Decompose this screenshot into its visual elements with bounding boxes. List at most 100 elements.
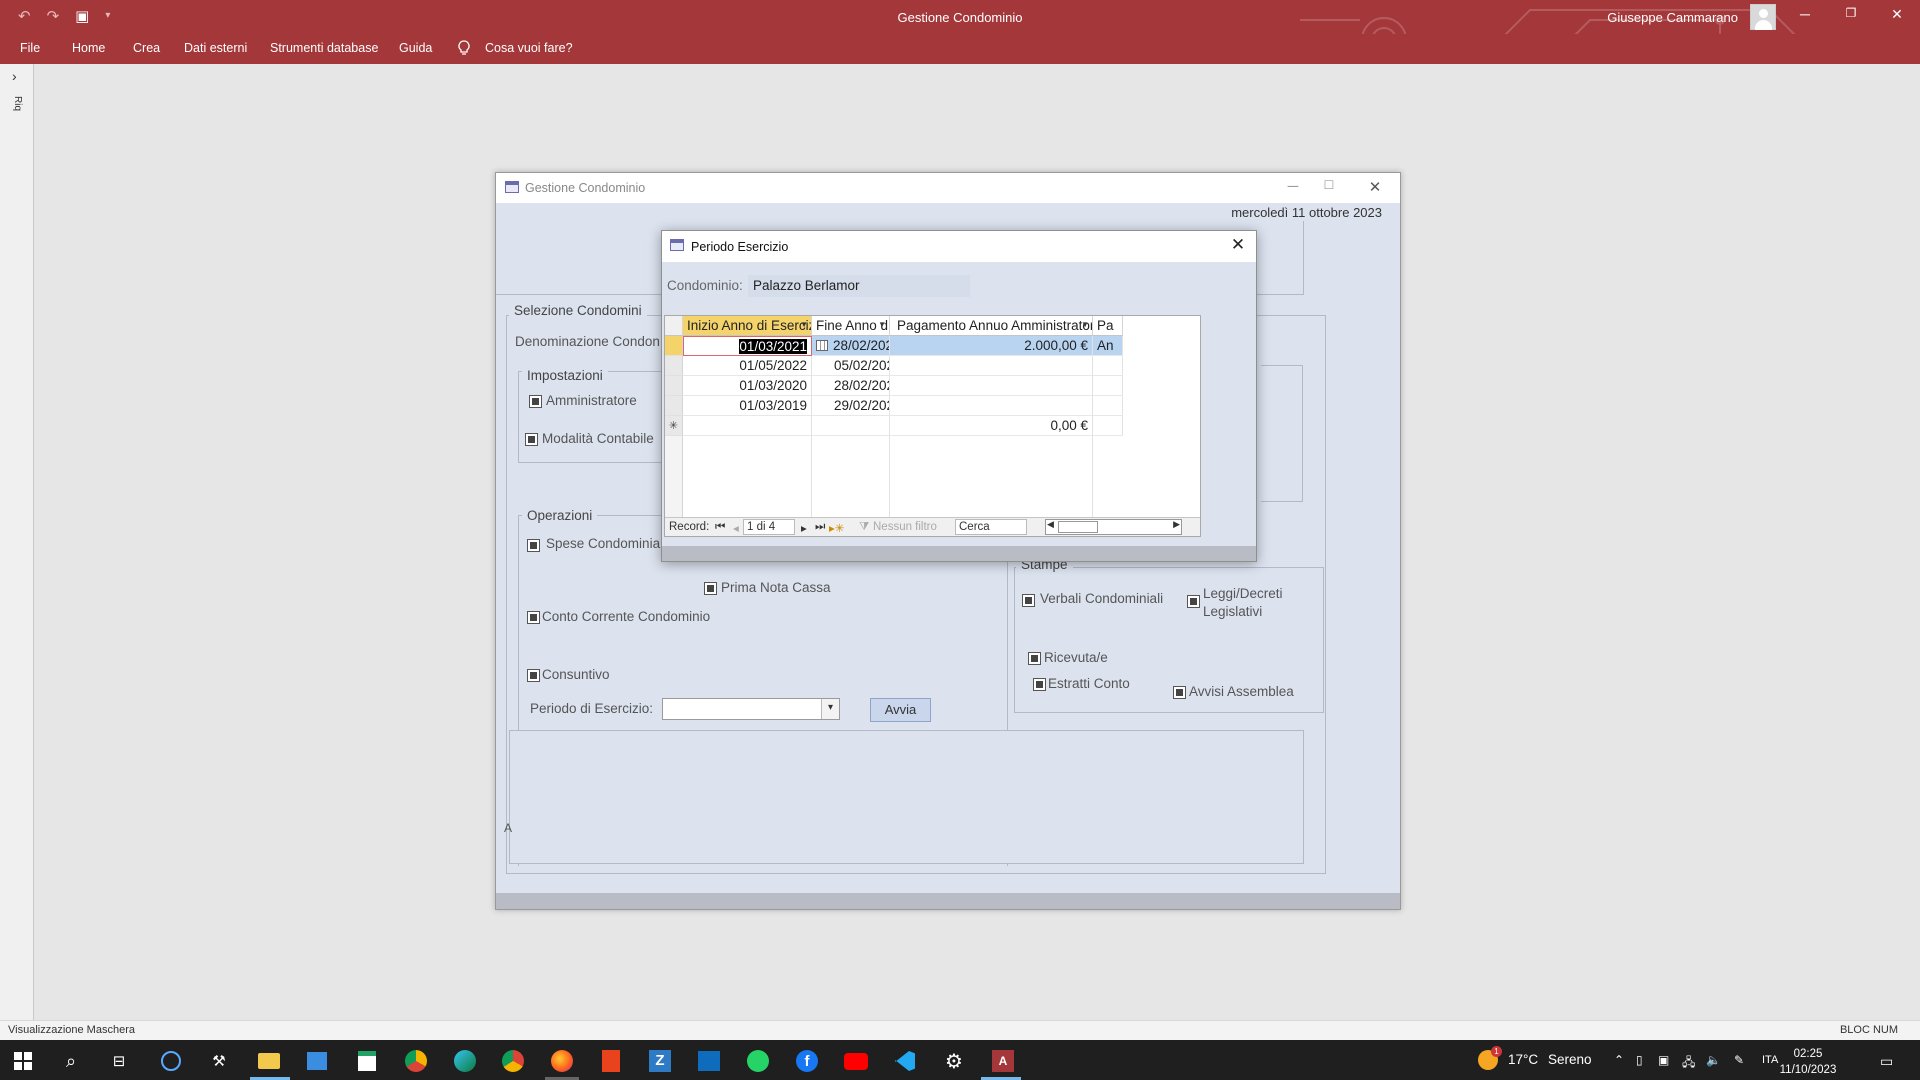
cell-inizio[interactable]: 01/03/2021 [683, 336, 812, 356]
select-all-corner[interactable] [665, 316, 683, 336]
new-record-button[interactable]: ▸✳ [829, 521, 844, 535]
prima-nota-cassa-checkbox[interactable] [704, 582, 717, 595]
ricevute-checkbox[interactable] [1028, 652, 1041, 665]
chevron-down-icon[interactable]: ▼ [878, 320, 886, 329]
store-icon[interactable] [304, 1048, 330, 1074]
chevron-down-icon[interactable]: ▾ [821, 699, 839, 719]
search-icon[interactable]: ⌕ [58, 1048, 84, 1074]
cell-inizio[interactable]: 01/03/2019 [683, 396, 812, 416]
cell-fine[interactable]: 28/02/2022 [812, 336, 890, 356]
cell-pagamento[interactable] [890, 356, 1093, 376]
verbali-label[interactable]: Verbali Condominiali [1040, 591, 1163, 606]
cell-inizio-new[interactable] [683, 416, 812, 436]
cell-extra[interactable] [1093, 396, 1123, 416]
vscode-icon[interactable] [892, 1048, 918, 1074]
file-explorer-icon[interactable] [256, 1048, 282, 1074]
cell-inizio[interactable]: 01/05/2022 [683, 356, 812, 376]
cell-fine[interactable]: 29/02/2020 [812, 396, 890, 416]
new-record-marker[interactable]: ✳ [665, 416, 683, 436]
modalita-contabile-checkbox[interactable] [525, 433, 538, 446]
whatsapp-icon[interactable] [745, 1048, 771, 1074]
estratti-conto-label[interactable]: Estratti Conto [1048, 676, 1130, 691]
cell-extra[interactable]: An [1093, 336, 1123, 356]
edge-icon[interactable] [452, 1048, 478, 1074]
leggi-decreti-checkbox[interactable] [1187, 595, 1200, 608]
navigation-pane[interactable]: › Riq [0, 64, 34, 1020]
verbali-checkbox[interactable] [1022, 594, 1035, 607]
scroll-right-arrow[interactable]: ▶ [1173, 519, 1180, 530]
chrome-icon[interactable] [500, 1048, 526, 1074]
calendar-icon[interactable] [816, 340, 828, 351]
condominio-field[interactable]: Palazzo Berlamor [748, 275, 970, 297]
user-name[interactable]: Giuseppe Cammarano [1607, 10, 1738, 25]
minimize-button[interactable]: ─ [1782, 6, 1828, 22]
col-header-fine[interactable]: Fine Anno d ▼ [812, 316, 890, 336]
cell-extra-new[interactable] [1093, 416, 1123, 436]
tab-file[interactable]: File [20, 41, 40, 55]
weather-condition[interactable]: Sereno [1548, 1052, 1592, 1067]
last-record-button[interactable]: ⏭ [815, 521, 825, 534]
consuntivo-checkbox[interactable] [527, 669, 540, 682]
tray-app-icon[interactable]: ▯ [1636, 1053, 1643, 1067]
form-close-button[interactable]: ✕ [1360, 178, 1390, 196]
search-input[interactable]: Cerca [955, 519, 1027, 535]
row-selector[interactable] [665, 356, 683, 376]
row-selector[interactable] [665, 376, 683, 396]
restore-button[interactable]: ❐ [1828, 6, 1874, 20]
zoho-icon[interactable]: Z [647, 1048, 673, 1074]
network-icon[interactable]: 🖧 [1682, 1053, 1695, 1074]
tab-dati-esterni[interactable]: Dati esterni [184, 41, 247, 55]
avvia-button[interactable]: Avvia [870, 698, 931, 722]
dialog-close-button[interactable]: ✕ [1226, 235, 1250, 255]
conto-corrente-checkbox[interactable] [527, 611, 540, 624]
cell-pagamento[interactable] [890, 396, 1093, 416]
cell-inizio[interactable]: 01/03/2020 [683, 376, 812, 396]
tab-crea[interactable]: Crea [133, 41, 160, 55]
prima-nota-cassa-label[interactable]: Prima Nota Cassa [721, 580, 831, 595]
next-record-button[interactable]: ▸ [801, 521, 807, 535]
notes-app-icon[interactable] [354, 1048, 380, 1074]
chrome-beta-icon[interactable] [403, 1048, 429, 1074]
modalita-contabile-label[interactable]: Modalità Contabile [542, 431, 654, 446]
office-icon[interactable] [598, 1048, 624, 1074]
cell-pagamento-new[interactable]: 0,00 € [890, 416, 1093, 436]
cell-extra[interactable] [1093, 356, 1123, 376]
amministratore-label[interactable]: Amministratore [546, 393, 637, 408]
col-header-pagamento[interactable]: Pagamento Annuo Amministratore ▼ [890, 316, 1093, 336]
col-header-inizio[interactable]: Inizio Anno di Esercizio ▼ [683, 316, 812, 336]
tell-me-search[interactable]: Cosa vuoi fare? [485, 41, 573, 55]
weather-temperature[interactable]: 17°C [1508, 1052, 1538, 1067]
cell-fine[interactable]: 05/02/2023 [812, 356, 890, 376]
no-filter-button[interactable]: Nessun filtro [873, 521, 937, 533]
spese-condominiali-label[interactable]: Spese Condominiali [546, 536, 666, 551]
weather-icon[interactable] [1478, 1046, 1502, 1070]
amministratore-checkbox[interactable] [529, 395, 542, 408]
cell-pagamento[interactable] [890, 376, 1093, 396]
scroll-thumb[interactable] [1058, 521, 1098, 533]
chevron-down-icon[interactable]: ▼ [800, 320, 808, 329]
ricevute-label[interactable]: Ricevuta/e [1044, 650, 1108, 665]
row-selector-current[interactable] [665, 336, 683, 356]
avvisi-assemblea-label[interactable]: Avvisi Assemblea [1189, 684, 1294, 699]
settings-gear-icon[interactable]: ⚙ [941, 1048, 967, 1074]
chevron-up-icon[interactable]: ⌃ [1614, 1053, 1624, 1067]
firefox-icon[interactable] [549, 1048, 575, 1074]
cell-pagamento[interactable]: 2.000,00 € [890, 336, 1093, 356]
cortana-icon[interactable] [158, 1048, 184, 1074]
avatar[interactable] [1750, 4, 1776, 30]
cell-fine[interactable]: 28/02/2021 [812, 376, 890, 396]
first-record-button[interactable]: ⏮ [715, 521, 725, 534]
facebook-icon[interactable]: f [794, 1048, 820, 1074]
scroll-left-arrow[interactable]: ◀ [1047, 519, 1054, 530]
form-minimize-button[interactable]: ─ [1278, 178, 1308, 195]
cell-extra[interactable] [1093, 376, 1123, 396]
row-selector[interactable] [665, 396, 683, 416]
leggi-decreti-label-line1[interactable]: Leggi/Decreti [1203, 586, 1283, 601]
tab-strumenti-database[interactable]: Strumenti database [270, 41, 378, 55]
col-header-extra[interactable]: Pa [1093, 316, 1123, 336]
tab-guida[interactable]: Guida [399, 41, 432, 55]
outlook-icon[interactable] [696, 1048, 722, 1074]
estratti-conto-checkbox[interactable] [1033, 678, 1046, 691]
previous-record-button[interactable]: ◂ [733, 521, 739, 535]
record-position-field[interactable]: 1 di 4 [743, 519, 795, 535]
